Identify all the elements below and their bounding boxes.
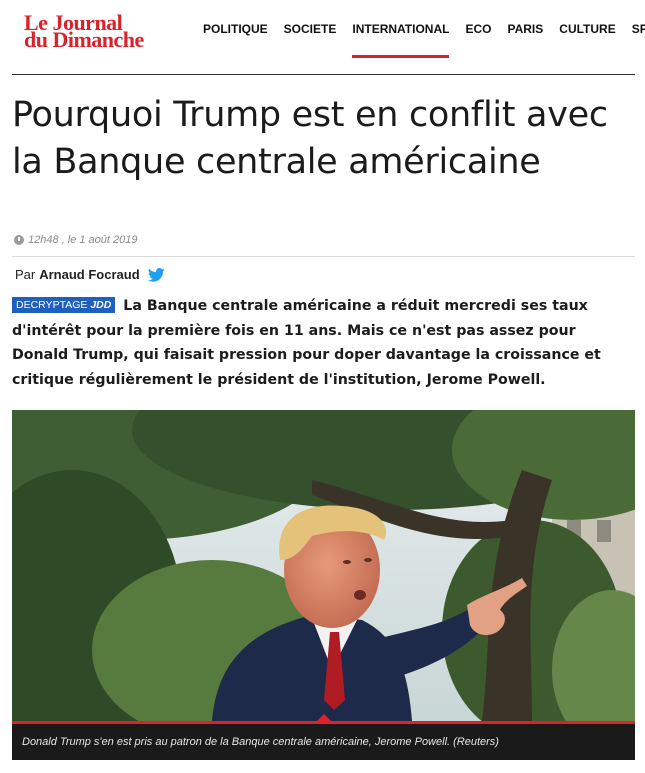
caption-notch [317,714,331,721]
byline: Par Arnaud Focraud [15,267,165,282]
badge-brand: JDD [90,299,112,311]
byline-prefix: Par [15,267,36,282]
nav-item-paris[interactable]: PARIS [507,0,543,58]
site-header: Le Journal du Dimanche POLITIQUE SOCIETE… [0,0,645,58]
nav-item-culture[interactable]: CULTURE [559,0,615,58]
clock-icon [14,235,24,245]
nav-item-societe[interactable]: SOCIETE [284,0,337,58]
site-logo[interactable]: Le Journal du Dimanche [24,12,144,52]
photo-caption: Donald Trump s'en est pris au patron de … [12,724,635,760]
article-meta: 12h48 , le 1 août 2019 [14,234,137,246]
photo-illustration [12,410,635,721]
badge-label: DECRYPTAGE [16,299,88,311]
main-nav: POLITIQUE SOCIETE INTERNATIONAL ECO PARI… [203,0,645,58]
nav-item-eco[interactable]: ECO [465,0,491,58]
article-title: Pourquoi Trump est en conflit avec la Ba… [12,95,608,182]
author-name[interactable]: Arnaud Focraud [39,267,139,282]
nav-item-politique[interactable]: POLITIQUE [203,0,268,58]
article-time: 12h48 , le 1 août 2019 [28,234,138,246]
nav-item-international[interactable]: INTERNATIONAL [352,0,450,58]
logo-line-2: du Dimanche [24,27,144,52]
article-photo[interactable] [12,410,635,721]
header-divider [12,74,635,75]
article-lead: DECRYPTAGE JDD La Banque centrale améric… [12,294,632,392]
nav-item-sport[interactable]: SPO [632,0,645,58]
twitter-icon[interactable] [147,267,165,282]
decryptage-badge[interactable]: DECRYPTAGE JDD [12,297,116,313]
meta-divider [12,256,635,257]
